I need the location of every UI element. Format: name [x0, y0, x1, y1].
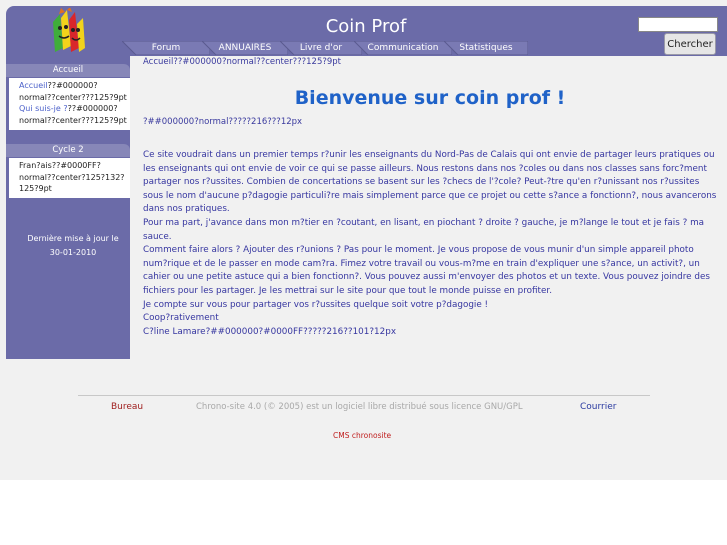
- tab-annuaires[interactable]: ANNUAIRES: [202, 41, 288, 55]
- site-title: Coin Prof: [325, 16, 407, 37]
- content-paragraph: Comment faire alors ? Ajouter des r?unio…: [143, 245, 710, 296]
- sidebar: Accueil Accueil??#000000?normal??center?…: [6, 56, 130, 359]
- page-subline: ?##000000?normal?????216???12px: [143, 117, 303, 127]
- sidebar-heading-accueil: Accueil: [6, 64, 130, 77]
- page-background: Coin Prof Chercher Forum ANNUAIRES Livre…: [0, 0, 727, 480]
- content-paragraph: Pour ma part, j'avance dans mon m?tier e…: [143, 217, 705, 242]
- content-signature: C?line Lamare?##000000?#0000FF?????216??…: [143, 326, 397, 337]
- page-title: Bienvenue sur coin prof !: [294, 87, 566, 109]
- main-content: Ce site voudrait dans un premier temps r…: [143, 149, 717, 339]
- tab-communication[interactable]: Communication: [354, 41, 452, 55]
- footer-link-cms[interactable]: CMS chronosite: [333, 431, 391, 440]
- last-update-label: Dernière mise à jour le: [27, 234, 119, 243]
- footer-link-courrier[interactable]: Courrier: [580, 402, 616, 412]
- search-button[interactable]: Chercher: [664, 33, 716, 55]
- footer-divider: [78, 395, 650, 396]
- tab-communication-label: Communication: [367, 43, 439, 53]
- tab-forum[interactable]: Forum: [122, 41, 210, 55]
- tab-livre-dor[interactable]: Livre d'or: [280, 41, 362, 55]
- search-input[interactable]: [638, 17, 718, 32]
- tab-statistiques[interactable]: Statistiques: [444, 41, 528, 55]
- sidebar-item-qui-suis-je: Qui suis-je ???#000000?normal??center???…: [19, 104, 127, 125]
- tab-statistiques-label: Statistiques: [459, 43, 513, 53]
- last-update: Dernière mise à jour le 30-01-2010: [16, 232, 130, 260]
- last-update-date: 30-01-2010: [49, 248, 97, 257]
- sidebar-link-accueil[interactable]: Accueil: [19, 81, 48, 90]
- footer-credit: Chrono-site 4.0 (© 2005) est un logiciel…: [196, 402, 523, 412]
- sidebar-heading-cycle-2: Cycle 2: [6, 144, 130, 157]
- breadcrumb: Accueil??#000000?normal??center???125?9p…: [143, 57, 342, 67]
- sidebar-item-francais[interactable]: Fran?ais??#0000FF?normal??center?125?132…: [9, 158, 130, 198]
- content-paragraph: Coop?rativement: [143, 313, 219, 324]
- tab-annuaires-label: ANNUAIRES: [218, 43, 272, 53]
- content-paragraph: Je compte sur vous pour partager vos r?u…: [143, 299, 489, 310]
- footer-link-bureau[interactable]: Bureau: [111, 402, 143, 412]
- tab-livre-dor-label: Livre d'or: [299, 43, 343, 53]
- content-paragraph: Ce site voudrait dans un premier temps r…: [143, 150, 717, 215]
- sidebar-menu-accueil: Accueil??#000000?normal??center???125?9p…: [9, 78, 130, 130]
- crayons-logo: [47, 7, 91, 54]
- sidebar-item-accueil: Accueil??#000000?normal??center???125?9p…: [19, 81, 127, 102]
- sidebar-link-qui-suis-je[interactable]: Qui suis-je ?: [19, 104, 68, 113]
- tab-forum-label: Forum: [151, 43, 181, 53]
